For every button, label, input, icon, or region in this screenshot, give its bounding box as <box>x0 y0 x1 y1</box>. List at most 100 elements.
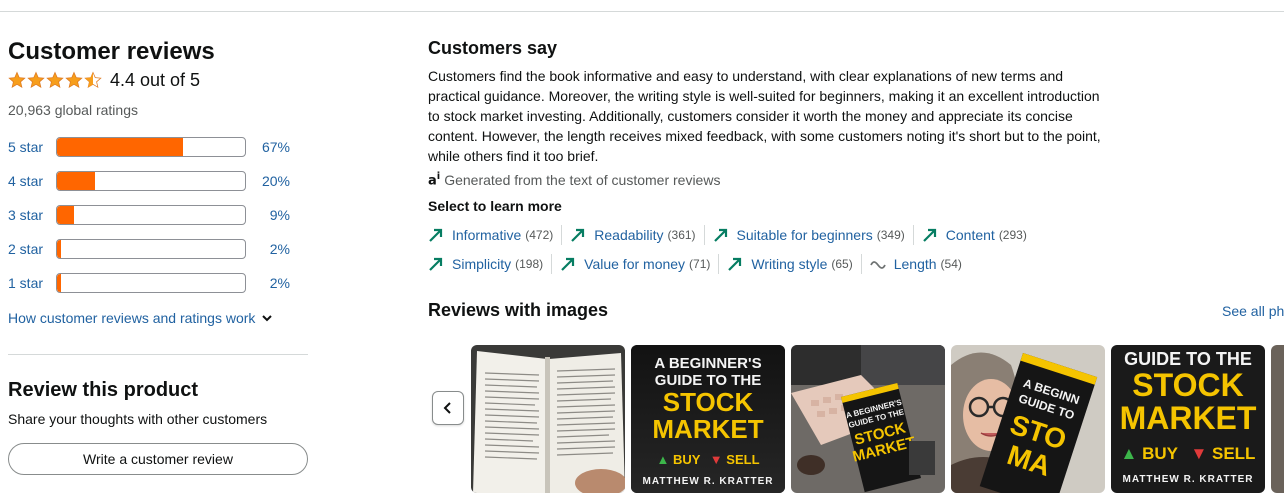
average-rating-row[interactable]: 4.4 out of 5 <box>8 68 308 92</box>
histogram-fill <box>57 240 61 258</box>
cover-text: A BEGINNER'S GUIDE TO THE STOCK MARKET ▲… <box>631 349 785 489</box>
star-full-icon <box>8 71 26 89</box>
customer-reviews-panel: Customer reviews 4.4 out of 5 20,963 glo… <box>8 38 308 475</box>
aspect-readability[interactable]: Readability (361) <box>570 224 705 245</box>
histogram-bar[interactable] <box>56 205 246 225</box>
cover-author: MATTHEW R. KRATTER <box>1122 474 1254 485</box>
cover-author: MATTHEW R. KRATTER <box>642 476 774 487</box>
ai-generated-text: Generated from the text of customer revi… <box>444 172 721 188</box>
cover-buy-sell: ▲ BUY ▼ SELL <box>631 451 785 469</box>
review-image-partial[interactable] <box>1271 345 1284 493</box>
histogram-bar[interactable] <box>56 171 246 191</box>
histogram-fill <box>57 138 183 156</box>
write-review-button[interactable]: Write a customer review <box>8 443 308 475</box>
mixed-wave-icon <box>869 260 886 269</box>
star-full-icon <box>27 71 45 89</box>
aspects-row: Simplicity (198) Value for money (71) Wr… <box>428 249 1284 278</box>
aspect-count: (361) <box>667 227 696 242</box>
histogram-bar[interactable] <box>56 239 246 259</box>
carousel-prev-button[interactable] <box>432 391 464 425</box>
trend-up-icon <box>728 257 742 271</box>
chevron-left-icon <box>443 402 451 414</box>
customer-reviews-title: Customer reviews <box>8 38 215 65</box>
see-all-photos-link[interactable]: See all ph <box>1222 303 1284 319</box>
how-reviews-work-link[interactable]: How customer reviews and ratings work <box>8 310 308 326</box>
cover-line: A BEGINNER'S <box>654 355 762 372</box>
aspect-count: (71) <box>689 256 711 271</box>
desk-photo: A BEGINNER'S GUIDE TO THE STOCK MARKET <box>791 345 945 493</box>
aspect-count: (472) <box>525 227 554 242</box>
histogram-fill <box>57 274 61 292</box>
trend-up-icon <box>429 257 443 271</box>
rating-histogram: 5 star 67% 4 star 20% 3 star 9% 2 star 2… <box>8 130 308 300</box>
histogram-label[interactable]: 3 star <box>8 207 56 223</box>
aspect-count: (65) <box>831 256 853 271</box>
review-image-open-book[interactable] <box>471 345 625 493</box>
review-image-selfie[interactable]: A BEGINN GUIDE TO STO MA <box>951 345 1105 493</box>
aspect-informative[interactable]: Informative (472) <box>428 224 563 245</box>
histogram-row-5-star[interactable]: 5 star 67% <box>8 130 308 164</box>
review-image-cover-closeup[interactable]: GUIDE TO THE STOCK MARKET ▲ BUY ▼ SELL M… <box>1111 345 1265 493</box>
select-to-learn-more: Select to learn more <box>428 198 562 214</box>
histogram-label[interactable]: 5 star <box>8 139 56 155</box>
aspect-suitable-for-beginners[interactable]: Suitable for beginners (349) <box>713 224 914 245</box>
aspect-count: (198) <box>515 256 544 271</box>
star-full-icon <box>65 71 83 89</box>
cover-up-arrow: ▲ <box>656 452 673 467</box>
trend-up-icon <box>561 257 575 271</box>
average-rating-text: 4.4 out of 5 <box>110 69 201 90</box>
aspect-label: Length <box>893 255 937 272</box>
review-aspects: Informative (472) Readability (361) Suit… <box>428 220 1284 278</box>
histogram-bar[interactable] <box>56 273 246 293</box>
cover-down-arrow: ▼ <box>1190 444 1212 463</box>
aspect-value-for-money[interactable]: Value for money (71) <box>560 253 720 274</box>
trend-up-icon <box>571 228 585 242</box>
open-book-photo <box>471 345 625 493</box>
histogram-percent[interactable]: 9% <box>246 207 290 223</box>
chevron-down-icon <box>262 315 273 322</box>
aspect-label: Content <box>945 226 995 243</box>
histogram-percent[interactable]: 2% <box>246 275 290 291</box>
histogram-label[interactable]: 2 star <box>8 241 56 257</box>
top-divider <box>0 11 1284 12</box>
star-half-icon <box>84 71 102 89</box>
reviews-with-images-title: Reviews with images <box>428 300 609 320</box>
customers-say-summary: Customers find the book informative and … <box>428 68 1101 164</box>
aspect-count: (293) <box>998 227 1027 242</box>
review-image-book-cover[interactable]: A BEGINNER'S GUIDE TO THE STOCK MARKET ▲… <box>631 345 785 493</box>
review-product-subtitle: Share your thoughts with other customers <box>8 411 268 427</box>
review-image-desk[interactable]: A BEGINNER'S GUIDE TO THE STOCK MARKET <box>791 345 945 493</box>
histogram-bar[interactable] <box>56 137 246 157</box>
aspect-length[interactable]: Length (54) <box>869 254 970 274</box>
aspect-writing-style[interactable]: Writing style (65) <box>727 253 862 274</box>
ai-icon: ai <box>428 171 441 189</box>
histogram-percent[interactable]: 20% <box>246 173 290 189</box>
trend-up-icon <box>713 228 727 242</box>
cover-down-arrow: ▼ <box>709 452 727 467</box>
aspect-count: (54) <box>940 256 962 271</box>
how-reviews-work-label: How customer reviews and ratings work <box>8 310 256 326</box>
histogram-row-2-star[interactable]: 2 star 2% <box>8 232 308 266</box>
histogram-fill <box>57 172 95 190</box>
histogram-row-4-star[interactable]: 4 star 20% <box>8 164 308 198</box>
histogram-percent[interactable]: 2% <box>246 241 290 257</box>
cover-line: MARKET <box>652 414 764 444</box>
section-divider <box>8 354 308 355</box>
histogram-label[interactable]: 1 star <box>8 275 56 291</box>
customers-say-panel: Customers say Customers find the book in… <box>428 36 1284 278</box>
cover-buy: BUY <box>1142 444 1178 463</box>
histogram-label[interactable]: 4 star <box>8 173 56 189</box>
aspect-content[interactable]: Content (293) <box>922 225 1035 245</box>
histogram-row-1-star[interactable]: 1 star 2% <box>8 266 308 300</box>
aspect-label: Readability <box>594 226 664 243</box>
histogram-row-3-star[interactable]: 3 star 9% <box>8 198 308 232</box>
star-full-icon <box>46 71 64 89</box>
aspect-label: Writing style <box>751 255 828 272</box>
rating-stars <box>8 71 102 89</box>
cover-buy-sell: ▲ BUY ▼ SELL <box>1111 443 1265 465</box>
cover-text: GUIDE TO THE STOCK MARKET ▲ BUY ▼ SELL M… <box>1111 345 1265 487</box>
cover-buy: BUY <box>672 452 701 467</box>
aspect-label: Value for money <box>584 255 686 272</box>
aspect-simplicity[interactable]: Simplicity (198) <box>428 253 553 274</box>
histogram-percent[interactable]: 67% <box>246 139 290 155</box>
